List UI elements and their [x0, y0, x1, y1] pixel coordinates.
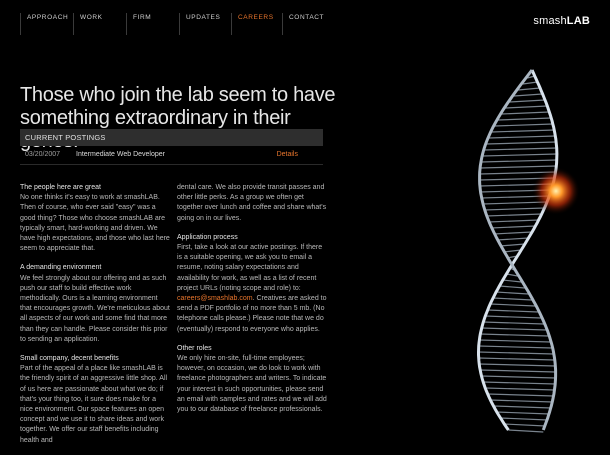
- dna-rung: [496, 291, 529, 295]
- right-column: dental care. We also provide transit pas…: [177, 183, 327, 424]
- dna-rung: [485, 315, 542, 319]
- nav-careers[interactable]: CAREERS: [231, 13, 274, 35]
- posting-details-link[interactable]: Details: [277, 148, 298, 162]
- dna-rung: [478, 345, 553, 349]
- dna-rung: [500, 417, 548, 421]
- dna-rung: [493, 405, 552, 409]
- dna-rung: [506, 273, 518, 277]
- posting-title: Intermediate Web Developer: [76, 151, 165, 158]
- section-body-text: First, take a look at our active posting…: [177, 244, 323, 292]
- dna-rung: [484, 207, 545, 211]
- nav-contact[interactable]: CONTACT: [282, 13, 324, 35]
- logo-light-text: smash: [533, 15, 567, 27]
- left-column: The people here are great No one thinks …: [20, 183, 170, 455]
- dna-rung: [491, 129, 555, 133]
- dna-rung: [479, 363, 556, 367]
- dna-rung: [488, 135, 556, 139]
- dna-rung: [480, 333, 549, 337]
- dna-rung: [478, 351, 554, 355]
- section-body: We feel strongly about our offering and …: [20, 274, 170, 343]
- section-body: We only hire on-site, full-time employee…: [177, 355, 327, 414]
- site-logo[interactable]: smashLAB: [533, 15, 590, 27]
- dna-rung: [490, 399, 553, 403]
- logo-bold-text: LAB: [566, 15, 590, 27]
- dna-rung: [487, 309, 539, 313]
- section-title: A demanding environment: [20, 264, 102, 272]
- dna-rung: [478, 357, 555, 361]
- nav-work[interactable]: WORK: [73, 13, 103, 35]
- dna-rung: [490, 303, 536, 307]
- dna-rung: [496, 411, 550, 415]
- dna-rung: [504, 423, 546, 427]
- dna-rung: [487, 393, 554, 397]
- dna-rung: [522, 81, 538, 85]
- dna-rung: [481, 159, 557, 163]
- dna-rung: [518, 87, 541, 91]
- dna-rung: [481, 375, 556, 379]
- dna-rung: [483, 381, 556, 385]
- section-body: First, take a look at our active posting…: [177, 243, 327, 335]
- section-title: Small company, decent benefits: [20, 355, 119, 363]
- section-body: No one thinks it's easy to work at smash…: [20, 194, 170, 253]
- dna-rung: [493, 297, 532, 301]
- posting-date: 03/20/2007: [25, 151, 61, 158]
- dna-rung: [479, 339, 551, 343]
- careers-email-link[interactable]: careers@smashlab.com: [177, 295, 253, 302]
- dna-rung: [481, 327, 547, 331]
- section-body: Part of the appeal of a place like smash…: [20, 365, 168, 444]
- dna-rung: [486, 213, 542, 217]
- posting-row: 03/20/2007 Intermediate Web Developer De…: [20, 148, 323, 165]
- postings-header: CURRENT POSTINGS: [20, 129, 323, 146]
- dna-rung: [501, 111, 550, 115]
- dna-rung: [480, 369, 556, 373]
- section-body: dental care. We also provide transit pas…: [177, 184, 327, 222]
- dna-rung: [499, 243, 525, 247]
- dna-rung: [488, 219, 539, 223]
- section-title: Other roles: [177, 344, 212, 352]
- dna-rung: [490, 225, 536, 229]
- nav-firm[interactable]: FIRM: [126, 13, 151, 35]
- dna-rung: [494, 123, 553, 127]
- dna-rung: [484, 147, 557, 151]
- section-title: Application process: [177, 233, 238, 241]
- dna-rung: [486, 141, 557, 145]
- dna-rung: [513, 93, 543, 97]
- dna-rung: [493, 231, 533, 235]
- dna-rung: [505, 105, 548, 109]
- dna-helix-illustration: [477, 69, 580, 433]
- nav-approach[interactable]: APPROACH: [20, 13, 68, 35]
- dna-rung: [509, 99, 546, 103]
- dna-rung: [485, 387, 555, 391]
- glow-spot: [532, 167, 580, 215]
- dna-rung: [499, 285, 525, 289]
- dna-rung: [496, 237, 529, 241]
- section-title: The people here are great: [20, 184, 101, 191]
- dna-rung: [483, 321, 544, 325]
- dna-rung: [482, 153, 557, 157]
- dna-rung: [480, 165, 557, 169]
- nav-updates[interactable]: UPDATES: [179, 13, 220, 35]
- dna-rung: [502, 279, 522, 283]
- dna-rung: [508, 429, 544, 433]
- dna-rung: [498, 117, 552, 121]
